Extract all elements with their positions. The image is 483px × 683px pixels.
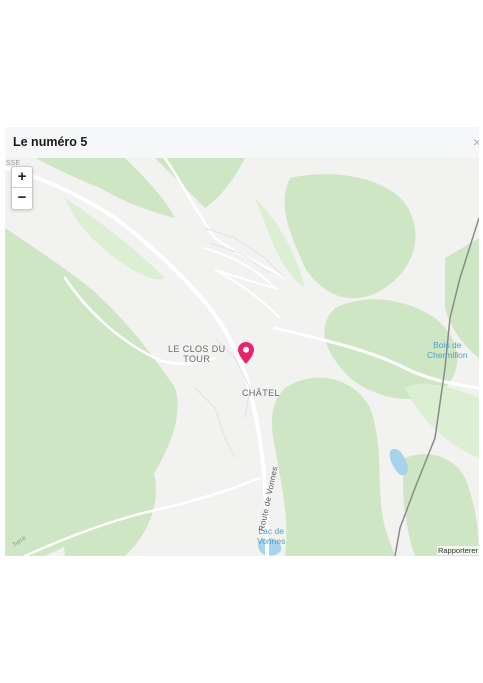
place-label-bois-de-chermillon: Bois de Chermillon xyxy=(427,340,468,360)
map-modal: Le numéro 5 × + − SSE LE CLOS DU TOUR CH… xyxy=(5,127,479,556)
forest-area-bottom xyxy=(272,377,395,556)
place-label-chatel: CHÂTEL xyxy=(242,388,280,398)
map-attribution-link[interactable]: Rapporterer xyxy=(436,546,479,555)
modal-title: Le numéro 5 xyxy=(13,135,88,149)
building-lines-4 xyxy=(194,387,236,459)
light-forest-lower-right xyxy=(405,383,479,458)
map-pin-icon[interactable] xyxy=(238,342,254,364)
zoom-out-button[interactable]: − xyxy=(12,188,32,208)
forest-area-right-top xyxy=(284,174,416,299)
place-label-le-clos-du-tour: LE CLOS DU TOUR xyxy=(168,344,226,364)
zoom-in-button[interactable]: + xyxy=(12,167,32,188)
close-icon[interactable]: × xyxy=(473,134,479,150)
map-corner-label-top: SSE xyxy=(6,160,21,167)
road-switchbacks xyxy=(204,247,281,319)
building-lines-2 xyxy=(209,242,271,274)
forest-area-top-left xyxy=(35,158,175,218)
modal-header: Le numéro 5 × xyxy=(5,127,479,159)
forest-area-bottom-right xyxy=(403,454,479,556)
lake-right xyxy=(389,448,408,476)
zoom-control: + − xyxy=(11,166,33,210)
map-view[interactable]: + − SSE LE CLOS DU TOUR CHÂTEL Bois de C… xyxy=(5,158,479,556)
